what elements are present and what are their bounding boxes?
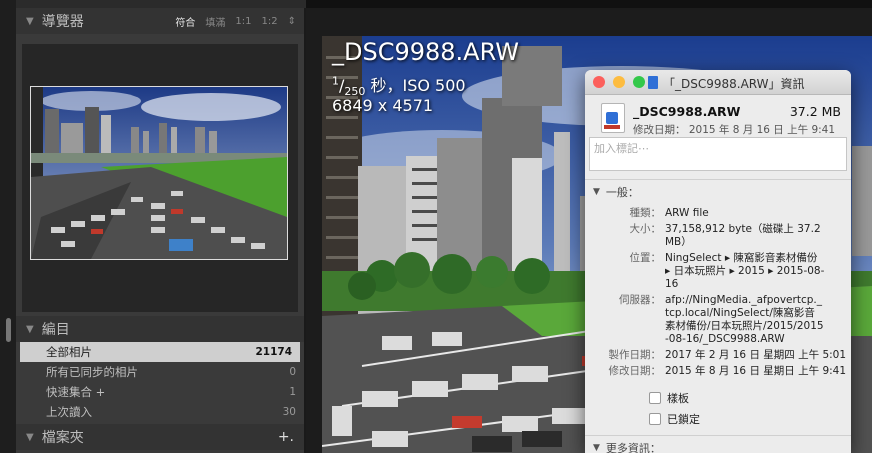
- file-name: _DSC9988.ARW: [633, 104, 741, 119]
- zoom-window-button[interactable]: [633, 76, 645, 88]
- catalog-item-count: 1: [289, 386, 296, 398]
- panel-resize-handle[interactable]: [6, 318, 11, 342]
- file-proxy-icon[interactable]: [648, 76, 658, 89]
- catalog-item-all-photos[interactable]: 全部相片 21174: [20, 342, 300, 362]
- folders-header[interactable]: ▼ 檔案夾 +.: [16, 424, 304, 450]
- catalog-item-synced-photos[interactable]: 所有已同步的相片 0: [16, 362, 304, 382]
- tags-placeholder: 加入標記⋯: [594, 142, 649, 155]
- zoom-stepper-icon[interactable]: ⇕: [288, 16, 296, 27]
- zoom-option-fill[interactable]: 填滿: [205, 14, 225, 29]
- where-value: NingSelect ▸ 陳窩影音素材備份 ▸ 日本玩照片 ▸ 2015 ▸ 2…: [665, 252, 825, 290]
- catalog-item-previous-import[interactable]: 上次讀入 30: [16, 402, 304, 422]
- overlay-dimensions: 6849 x 4571: [332, 96, 434, 115]
- catalog-item-quick-collection[interactable]: 快速集合 + 1: [16, 382, 304, 402]
- catalog-item-count: 0: [289, 366, 296, 378]
- stationery-label: 樣板: [667, 392, 689, 405]
- zoom-options: 符合 填滿 1:1 1:2 ⇕: [175, 14, 304, 29]
- catalog-item-label: 快速集合 +: [46, 385, 106, 399]
- more-info-header-label: 更多資訊：: [605, 442, 661, 453]
- catalog-item-label: 上次讀入: [46, 405, 92, 419]
- more-info-section-header[interactable]: ▼ 更多資訊：: [585, 435, 851, 453]
- general-header-label: 一般：: [605, 186, 639, 199]
- where-label: 位置：: [629, 252, 662, 264]
- size-value: 37,158,912 byte（磁碟上 37.2 MB）: [665, 223, 821, 248]
- kind-value: ARW file: [665, 207, 709, 219]
- catalog-title: 編目: [41, 322, 70, 338]
- exposure-numerator: 1: [332, 74, 339, 88]
- created-value: 2017 年 2 月 16 日 星期四 上午 5:01: [665, 349, 847, 361]
- catalog-item-label: 所有已同步的相片: [46, 365, 138, 379]
- catalog-section: ▼ 編目 全部相片 21174 所有已同步的相片 0 快速集合 + 1 上次讀入…: [16, 316, 304, 450]
- file-size: 37.2 MB: [789, 104, 841, 119]
- zoom-option-1-1[interactable]: 1:1: [235, 16, 251, 27]
- stationery-checkbox[interactable]: [649, 392, 661, 404]
- top-strip: [306, 0, 872, 8]
- info-titlebar[interactable]: 「_DSC9988.ARW」資訊: [585, 70, 851, 95]
- get-info-window: 「_DSC9988.ARW」資訊 _DSC9988.ARW 37.2 MB 修改…: [585, 70, 851, 453]
- locked-row: 已鎖定: [585, 411, 851, 427]
- navigator-header[interactable]: ▼ 導覽器 符合 填滿 1:1 1:2 ⇕: [16, 8, 304, 34]
- left-edge-strip: [0, 0, 16, 453]
- modified-value: 2015 年 8 月 16 日 星期日 上午 9:41: [665, 365, 847, 377]
- info-window-title: 「_DSC9988.ARW」資訊: [663, 77, 805, 91]
- stationery-row: 樣板: [585, 390, 851, 406]
- zoom-option-1-2[interactable]: 1:2: [262, 16, 278, 27]
- arw-file-icon: [601, 103, 625, 133]
- zoom-option-fit[interactable]: 符合: [175, 14, 195, 29]
- parking-lot-thumbnail-image: [31, 87, 287, 259]
- file-summary: _DSC9988.ARW 37.2 MB 修改日期： 2015 年 8 月 16…: [585, 95, 851, 136]
- overlay-filename: _DSC9988.ARW: [332, 38, 520, 66]
- overlay-exposure: 1/250 秒，ISO 500: [332, 74, 466, 99]
- tags-field[interactable]: 加入標記⋯: [589, 137, 847, 171]
- collapse-triangle-icon[interactable]: ▼: [26, 16, 34, 27]
- server-value: afp://NingMedia._afpovertcp._tcp.local/N…: [665, 294, 824, 345]
- general-details: 種類： ARW file 大小： 37,158,912 byte（磁碟上 37.…: [585, 200, 851, 378]
- close-window-button[interactable]: [593, 76, 605, 88]
- disclosure-triangle-icon[interactable]: ▼: [593, 443, 600, 453]
- navigator-title: 導覽器: [41, 14, 84, 30]
- collapse-triangle-icon[interactable]: ▼: [26, 324, 34, 335]
- disclosure-triangle-icon[interactable]: ▼: [593, 187, 600, 197]
- catalog-item-count: 21174: [255, 346, 292, 358]
- server-label: 伺服器：: [619, 294, 661, 306]
- left-panel: ▼ 導覽器 符合 填滿 1:1 1:2 ⇕ ▼ 編目 全部相片 21174 所有…: [16, 8, 306, 453]
- locked-checkbox[interactable]: [649, 413, 661, 425]
- created-label: 製作日期：: [608, 349, 662, 361]
- modified-label: 修改日期：: [608, 365, 662, 377]
- catalog-item-count: 30: [282, 406, 296, 418]
- kind-label: 種類：: [629, 207, 662, 219]
- catalog-item-label: 全部相片: [46, 345, 92, 359]
- add-folder-icon[interactable]: +.: [278, 429, 304, 445]
- minimize-window-button[interactable]: [613, 76, 625, 88]
- exposure-rest: 秒，ISO 500: [365, 76, 466, 95]
- navigator-thumbnail[interactable]: [30, 86, 288, 260]
- modified-summary: 修改日期： 2015 年 8 月 16 日 上午 9:41: [633, 124, 836, 136]
- folders-title: 檔案夾: [41, 430, 84, 446]
- navigator-preview[interactable]: [22, 44, 298, 312]
- size-label: 大小：: [629, 223, 662, 235]
- locked-label: 已鎖定: [667, 413, 700, 426]
- catalog-header[interactable]: ▼ 編目: [16, 316, 304, 342]
- general-section-header[interactable]: ▼ 一般：: [585, 179, 851, 200]
- collapse-triangle-icon[interactable]: ▼: [26, 432, 34, 443]
